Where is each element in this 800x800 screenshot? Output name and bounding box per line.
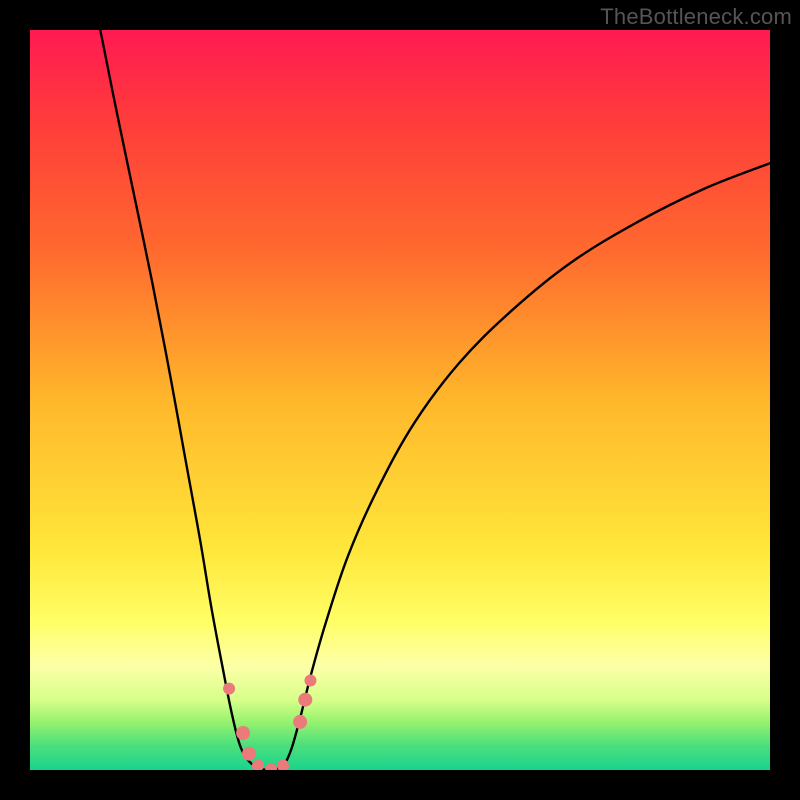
chart-frame: TheBottleneck.com xyxy=(0,0,800,800)
watermark-text: TheBottleneck.com xyxy=(600,4,792,30)
plot-area xyxy=(30,30,770,770)
curve-marker xyxy=(223,683,235,695)
chart-svg xyxy=(30,30,770,770)
gradient-background xyxy=(30,30,770,770)
curve-marker xyxy=(242,747,256,761)
curve-marker xyxy=(293,715,307,729)
curve-marker xyxy=(298,693,312,707)
curve-marker xyxy=(304,674,316,686)
curve-marker xyxy=(236,726,250,740)
